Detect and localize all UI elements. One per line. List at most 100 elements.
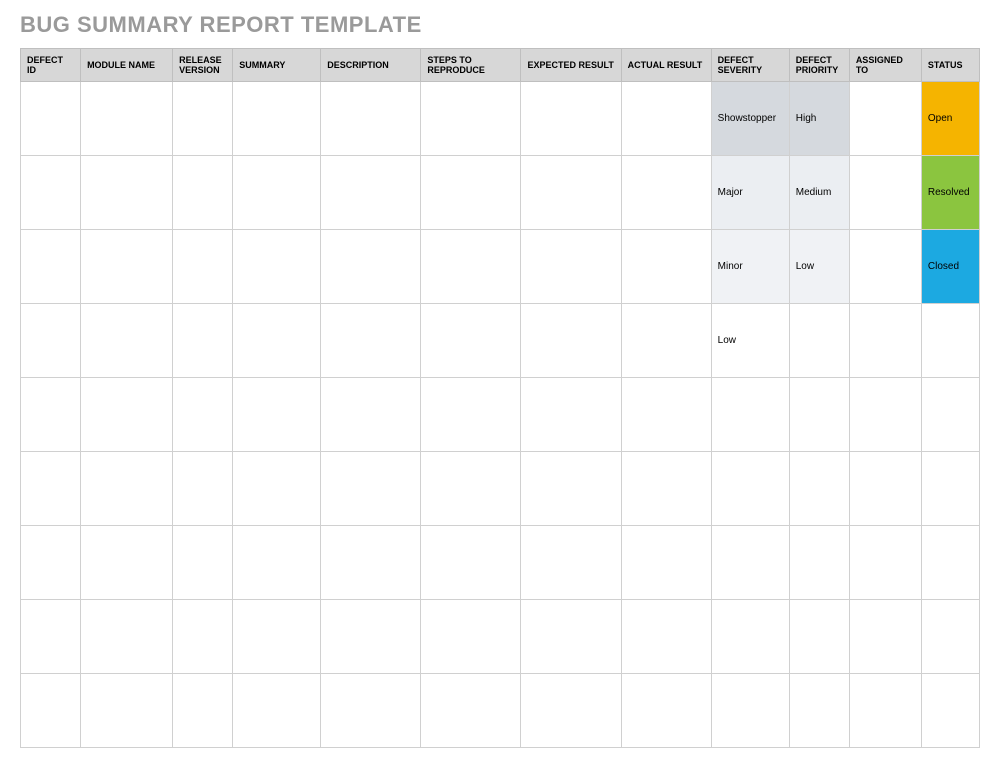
cell-status[interactable]: [921, 452, 979, 526]
cell-expected[interactable]: [521, 452, 621, 526]
cell-actual[interactable]: [621, 452, 711, 526]
cell-steps[interactable]: [421, 526, 521, 600]
cell-release-version[interactable]: [173, 526, 233, 600]
cell-description[interactable]: [321, 304, 421, 378]
cell-steps[interactable]: [421, 230, 521, 304]
cell-status[interactable]: [921, 674, 979, 748]
cell-severity[interactable]: [711, 452, 789, 526]
cell-summary[interactable]: [233, 230, 321, 304]
cell-summary[interactable]: [233, 156, 321, 230]
cell-status[interactable]: [921, 526, 979, 600]
cell-priority[interactable]: [789, 378, 849, 452]
cell-module-name[interactable]: [81, 526, 173, 600]
cell-release-version[interactable]: [173, 674, 233, 748]
cell-assigned[interactable]: [849, 452, 921, 526]
cell-status[interactable]: Resolved: [921, 156, 979, 230]
cell-summary[interactable]: [233, 674, 321, 748]
cell-actual[interactable]: [621, 304, 711, 378]
cell-priority[interactable]: [789, 600, 849, 674]
cell-module-name[interactable]: [81, 674, 173, 748]
cell-description[interactable]: [321, 526, 421, 600]
cell-steps[interactable]: [421, 452, 521, 526]
cell-defect-id[interactable]: [21, 526, 81, 600]
cell-actual[interactable]: [621, 674, 711, 748]
cell-severity[interactable]: Showstopper: [711, 82, 789, 156]
cell-summary[interactable]: [233, 526, 321, 600]
cell-summary[interactable]: [233, 452, 321, 526]
cell-expected[interactable]: [521, 526, 621, 600]
cell-defect-id[interactable]: [21, 452, 81, 526]
cell-actual[interactable]: [621, 600, 711, 674]
cell-release-version[interactable]: [173, 600, 233, 674]
cell-steps[interactable]: [421, 304, 521, 378]
cell-priority[interactable]: [789, 526, 849, 600]
cell-status[interactable]: [921, 378, 979, 452]
cell-severity[interactable]: Minor: [711, 230, 789, 304]
cell-assigned[interactable]: [849, 600, 921, 674]
cell-priority[interactable]: Medium: [789, 156, 849, 230]
cell-module-name[interactable]: [81, 378, 173, 452]
cell-summary[interactable]: [233, 82, 321, 156]
cell-severity[interactable]: [711, 600, 789, 674]
cell-actual[interactable]: [621, 156, 711, 230]
cell-assigned[interactable]: [849, 304, 921, 378]
cell-defect-id[interactable]: [21, 156, 81, 230]
cell-actual[interactable]: [621, 230, 711, 304]
cell-expected[interactable]: [521, 82, 621, 156]
cell-severity[interactable]: Low: [711, 304, 789, 378]
cell-expected[interactable]: [521, 378, 621, 452]
cell-summary[interactable]: [233, 600, 321, 674]
cell-module-name[interactable]: [81, 156, 173, 230]
cell-expected[interactable]: [521, 600, 621, 674]
cell-defect-id[interactable]: [21, 304, 81, 378]
cell-steps[interactable]: [421, 378, 521, 452]
cell-module-name[interactable]: [81, 452, 173, 526]
cell-severity[interactable]: Major: [711, 156, 789, 230]
cell-actual[interactable]: [621, 526, 711, 600]
cell-status[interactable]: [921, 304, 979, 378]
cell-module-name[interactable]: [81, 600, 173, 674]
cell-release-version[interactable]: [173, 304, 233, 378]
cell-description[interactable]: [321, 674, 421, 748]
cell-status[interactable]: Open: [921, 82, 979, 156]
cell-release-version[interactable]: [173, 82, 233, 156]
cell-severity[interactable]: [711, 378, 789, 452]
cell-release-version[interactable]: [173, 378, 233, 452]
cell-assigned[interactable]: [849, 82, 921, 156]
cell-summary[interactable]: [233, 378, 321, 452]
cell-priority[interactable]: [789, 304, 849, 378]
cell-steps[interactable]: [421, 674, 521, 748]
cell-status[interactable]: Closed: [921, 230, 979, 304]
cell-description[interactable]: [321, 82, 421, 156]
cell-description[interactable]: [321, 600, 421, 674]
cell-assigned[interactable]: [849, 230, 921, 304]
cell-expected[interactable]: [521, 230, 621, 304]
cell-assigned[interactable]: [849, 674, 921, 748]
cell-module-name[interactable]: [81, 82, 173, 156]
cell-summary[interactable]: [233, 304, 321, 378]
cell-release-version[interactable]: [173, 452, 233, 526]
cell-actual[interactable]: [621, 82, 711, 156]
cell-defect-id[interactable]: [21, 230, 81, 304]
cell-expected[interactable]: [521, 304, 621, 378]
cell-status[interactable]: [921, 600, 979, 674]
cell-actual[interactable]: [621, 378, 711, 452]
cell-defect-id[interactable]: [21, 378, 81, 452]
cell-defect-id[interactable]: [21, 600, 81, 674]
cell-description[interactable]: [321, 452, 421, 526]
cell-release-version[interactable]: [173, 230, 233, 304]
cell-steps[interactable]: [421, 156, 521, 230]
cell-expected[interactable]: [521, 674, 621, 748]
cell-priority[interactable]: [789, 674, 849, 748]
cell-description[interactable]: [321, 230, 421, 304]
cell-defect-id[interactable]: [21, 82, 81, 156]
cell-priority[interactable]: Low: [789, 230, 849, 304]
cell-assigned[interactable]: [849, 526, 921, 600]
cell-module-name[interactable]: [81, 304, 173, 378]
cell-expected[interactable]: [521, 156, 621, 230]
cell-severity[interactable]: [711, 674, 789, 748]
cell-release-version[interactable]: [173, 156, 233, 230]
cell-description[interactable]: [321, 378, 421, 452]
cell-severity[interactable]: [711, 526, 789, 600]
cell-assigned[interactable]: [849, 378, 921, 452]
